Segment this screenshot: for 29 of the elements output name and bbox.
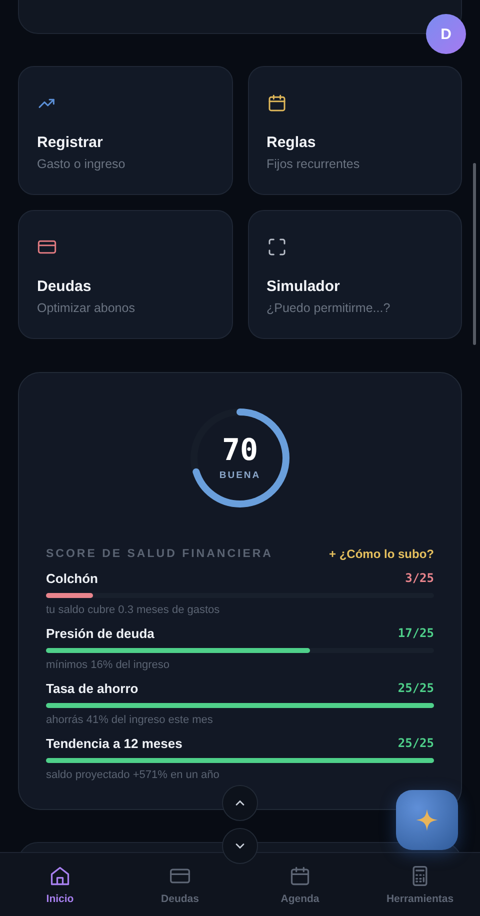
metric-score: 3/25: [405, 571, 434, 586]
score-rating: BUENA: [219, 470, 261, 480]
shortcut-title: Reglas: [266, 134, 317, 151]
shortcut-card[interactable]: Reglas Fijos recurrentes: [248, 66, 462, 195]
section-heading: SCORE DE SALUD FINANCIERA: [46, 548, 273, 560]
metric-note: tu saldo cubre 0.3 meses de gastos: [46, 604, 221, 616]
shortcut-title: Registrar: [37, 134, 104, 151]
metric-score: 25/25: [398, 681, 434, 696]
metric-note: mínimos 16% del ingreso: [46, 659, 171, 671]
shortcut-subtitle: ¿Puedo permitirme...?: [266, 301, 392, 315]
shortcut-subtitle: Optimizar abonos: [37, 301, 136, 315]
nav-tab[interactable]: Inicio: [0, 853, 120, 916]
metric-note: ahorrás 41% del ingreso este mes: [46, 714, 214, 726]
metric-name: Tendencia a 12 meses: [46, 736, 182, 751]
shortcut-title: Simulador: [266, 278, 341, 295]
metric-note: saldo proyectado +571% en un año: [46, 769, 220, 781]
metric-name: Colchón: [46, 571, 98, 586]
metric-name: Tasa de ahorro: [46, 681, 138, 696]
shortcut-card[interactable]: Simulador ¿Puedo permitirme...?: [248, 210, 462, 339]
improve-link[interactable]: + ¿Cómo lo subo?: [329, 547, 434, 561]
shortcut-subtitle: Gasto o ingreso: [37, 157, 126, 171]
metric-score: 25/25: [398, 736, 434, 751]
shortcut-title: Deudas: [37, 278, 92, 295]
shortcut-card[interactable]: Deudas Optimizar abonos: [18, 210, 232, 339]
shortcut-subtitle: Fijos recurrentes: [266, 157, 361, 171]
shortcut-card[interactable]: Registrar Gasto o ingreso: [18, 66, 232, 195]
score-value: 70: [222, 436, 258, 466]
metric-name: Presión de deuda: [46, 626, 154, 641]
metric-score: 17/25: [398, 626, 434, 641]
